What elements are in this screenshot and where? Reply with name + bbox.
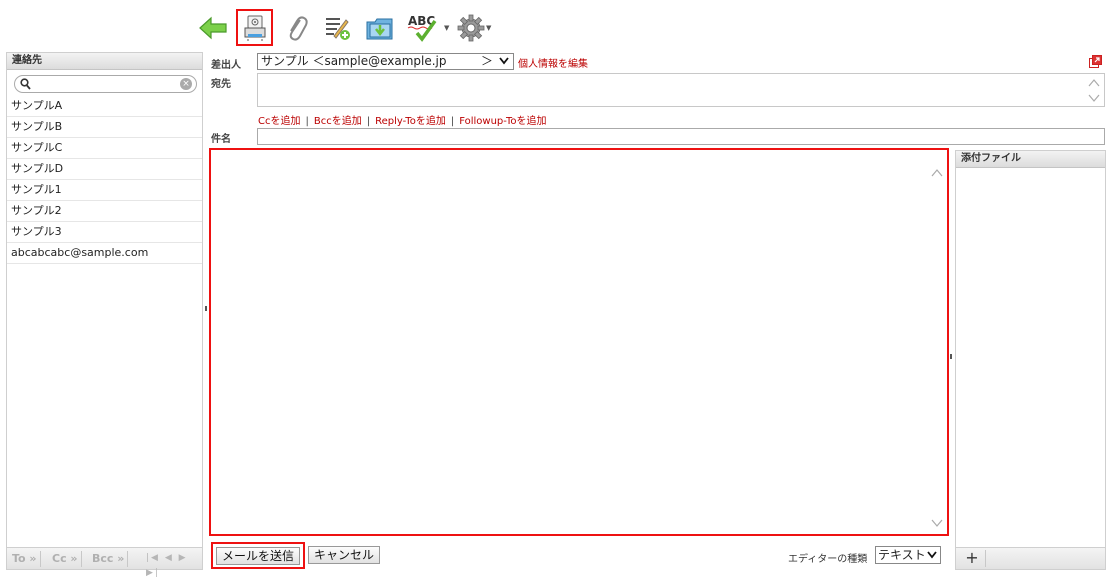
chevron-down-icon — [499, 57, 509, 65]
message-body-input[interactable] — [215, 153, 925, 531]
settings-menu-caret[interactable]: ▼ — [486, 24, 491, 32]
left-splitter-handle[interactable] — [205, 306, 207, 311]
add-to-button[interactable]: To » — [9, 551, 41, 567]
edit-profile-link[interactable]: 個人情報を編集 — [518, 55, 588, 70]
add-bcc-link[interactable]: Bccを追加 — [314, 116, 362, 127]
to-label: 宛先 — [211, 79, 231, 90]
attachments-footer: + — [956, 547, 1105, 569]
contacts-footer: To » Cc » Bcc » |◀ ◀ ▶ ▶| — [7, 547, 202, 578]
add-cc-contact-button[interactable]: Cc » — [49, 551, 82, 567]
subject-label: 件名 — [211, 134, 231, 145]
contact-item[interactable]: サンプルD — [7, 159, 202, 180]
contact-item[interactable]: サンプルC — [7, 138, 202, 159]
import-button[interactable] — [362, 10, 398, 46]
add-reply-to-link[interactable]: Reply-Toを追加 — [375, 116, 446, 127]
contact-item[interactable]: サンプル2 — [7, 201, 202, 222]
add-bcc-contact-button[interactable]: Bcc » — [89, 551, 129, 567]
save-draft-icon — [244, 15, 265, 41]
spellcheck-menu-caret[interactable]: ▼ — [444, 24, 449, 32]
add-followup-to-link[interactable]: Followup-Toを追加 — [459, 116, 546, 127]
link-separator: | — [305, 116, 309, 127]
gear-icon — [457, 14, 485, 42]
contact-search-input[interactable] — [33, 77, 177, 91]
bottom-bar: メールを送信 キャンセル エディターの種類 テキスト — [209, 542, 953, 570]
to-field[interactable] — [257, 73, 1105, 107]
send-button[interactable]: メールを送信 — [216, 547, 300, 565]
editor-type-select[interactable]: テキスト — [875, 546, 941, 564]
clear-search-icon[interactable]: × — [180, 78, 192, 90]
contact-search-box: × — [14, 75, 197, 93]
spellcheck-icon: ABC — [407, 14, 437, 42]
search-icon — [20, 78, 31, 90]
pagination-arrows[interactable]: |◀ ◀ ▶ ▶| — [146, 551, 202, 581]
signature-icon — [326, 18, 350, 40]
from-value: サンプル ＜sample@example.jp — [261, 54, 447, 68]
attachments-title: 添付ファイル — [956, 151, 1105, 168]
back-button[interactable] — [195, 10, 231, 46]
contact-item[interactable]: サンプル1 — [7, 180, 202, 201]
contact-item[interactable]: サンプル3 — [7, 222, 202, 243]
add-attachment-button[interactable]: + — [959, 550, 986, 567]
contact-list: サンプルA サンプルB サンプルC サンプルD サンプル1 サンプル2 サンプル… — [7, 96, 202, 264]
toolbar: ABC ▼ ▼ — [0, 0, 1114, 50]
from-label: 差出人 — [211, 60, 241, 71]
contacts-panel: 連絡先 × サンプルA サンプルB サンプルC サンプルD サンプル1 サンプル… — [6, 52, 203, 578]
attachments-panel: 添付ファイル + — [955, 150, 1106, 570]
message-body-editor — [209, 148, 949, 536]
add-cc-link[interactable]: Ccを追加 — [258, 116, 300, 127]
contacts-title: 連絡先 — [7, 53, 202, 70]
paperclip-icon — [289, 16, 308, 41]
send-button-highlight: メールを送信 — [211, 542, 305, 569]
body-scroll-up-icon[interactable] — [931, 168, 943, 178]
contact-item[interactable]: サンプルB — [7, 117, 202, 138]
from-select[interactable]: サンプル ＜sample@example.jp ＞ — [257, 53, 514, 70]
editor-type-value: テキスト — [878, 548, 926, 562]
link-separator: | — [450, 116, 455, 127]
import-icon — [366, 18, 393, 40]
right-splitter-handle[interactable] — [950, 354, 952, 359]
spellcheck-button[interactable]: ABC — [404, 10, 440, 46]
link-separator: | — [366, 116, 371, 127]
add-recipient-links: Ccを追加 | Bccを追加 | Reply-Toを追加 | Followup-Toを追加 — [258, 112, 547, 127]
contact-item[interactable]: サンプルA — [7, 96, 202, 117]
cancel-button[interactable]: キャンセル — [308, 546, 380, 564]
scroll-up-icon[interactable] — [1088, 78, 1100, 88]
body-scroll-down-icon[interactable] — [931, 518, 943, 528]
attach-button[interactable] — [278, 10, 314, 46]
popout-window-icon[interactable] — [1089, 55, 1102, 68]
back-arrow-icon — [199, 16, 227, 40]
editor-type-label: エディターの種類 — [788, 554, 868, 565]
settings-button[interactable] — [453, 10, 489, 46]
from-value-end: ＞ — [480, 54, 493, 68]
scroll-down-icon[interactable] — [1088, 93, 1100, 103]
subject-input[interactable] — [257, 128, 1105, 145]
contact-item[interactable]: abcabcabc@sample.com — [7, 243, 202, 264]
save-draft-button[interactable] — [236, 9, 273, 46]
signature-button[interactable] — [319, 10, 355, 46]
chevron-down-icon — [927, 551, 937, 559]
